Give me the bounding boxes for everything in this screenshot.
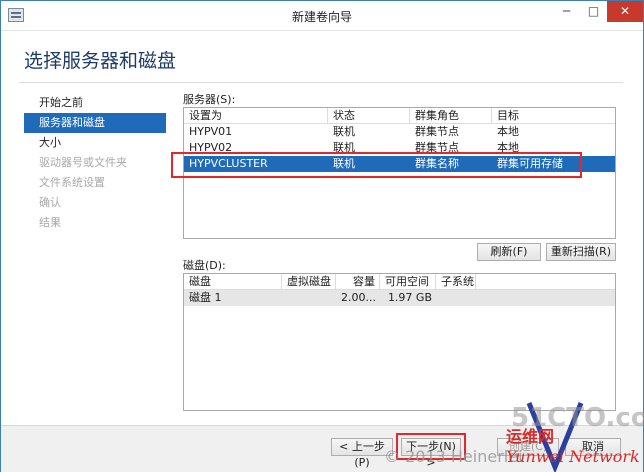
- nav-step-size[interactable]: 大小: [24, 133, 166, 153]
- column-header-cluster-role[interactable]: 群集角色: [410, 108, 492, 124]
- heading-divider: [19, 82, 623, 83]
- disks-label: 磁盘(D):: [183, 259, 226, 272]
- disk-subsystem: [436, 290, 476, 306]
- page-title: 选择服务器和磁盘: [24, 50, 177, 72]
- column-header-disk[interactable]: 磁盘: [184, 274, 282, 290]
- back-button[interactable]: < 上一步(P): [331, 438, 393, 469]
- annotation-highlight-server: [171, 152, 582, 178]
- disk-capacity: 2.00...: [341, 291, 376, 304]
- minimize-button[interactable]: ─: [553, 1, 580, 22]
- nav-step-results: 结果: [39, 216, 61, 229]
- nav-step-file-system: 文件系统设置: [39, 176, 105, 189]
- column-header-free-space[interactable]: 可用空间: [380, 274, 436, 290]
- server-target: 本地: [497, 125, 519, 138]
- disk-free-space: 1.97 GB: [387, 291, 432, 304]
- maximize-button[interactable]: □: [580, 1, 607, 22]
- annotation-highlight-next: [396, 433, 466, 460]
- nav-step-confirmation: 确认: [39, 196, 61, 209]
- column-header-virtual-disk[interactable]: 虚拟磁盘: [282, 274, 336, 290]
- column-header-subsystem[interactable]: 子系统: [436, 274, 476, 290]
- nav-step-server-and-disk[interactable]: 服务器和磁盘: [24, 113, 166, 133]
- window-title: 新建卷向导: [291, 10, 352, 24]
- server-status: 联机: [333, 125, 355, 138]
- column-header-status[interactable]: 状态: [328, 108, 410, 124]
- disk-row[interactable]: 磁盘 1 2.00... 1.97 GB: [184, 290, 615, 306]
- new-volume-wizard-window: 新建卷向导 ─ □ ✕ 选择服务器和磁盘 开始之前 服务器和磁盘 大小 驱动器号…: [0, 0, 644, 472]
- nav-step-drive-letter: 驱动器号或文件夹: [39, 156, 127, 169]
- disk-virtual: [282, 290, 336, 306]
- refresh-button[interactable]: 刷新(F): [477, 243, 541, 261]
- column-header-provision-to[interactable]: 设置为: [184, 108, 328, 124]
- watermark-logo-icon: [526, 402, 584, 472]
- disk-list-header: 磁盘 虚拟磁盘 容量 可用空间 子系统: [184, 274, 615, 290]
- wizard-step-nav: 开始之前 服务器和磁盘 大小 驱动器号或文件夹 文件系统设置 确认 结果: [24, 93, 166, 233]
- server-name: HYPV01: [189, 125, 233, 138]
- disk-name: 磁盘 1: [189, 291, 222, 304]
- servers-label: 服务器(S):: [183, 93, 236, 106]
- nav-step-before-you-begin[interactable]: 开始之前: [24, 93, 166, 113]
- server-list-header: 设置为 状态 群集角色 目标: [184, 108, 615, 124]
- title-bar[interactable]: 新建卷向导 ─ □ ✕: [1, 1, 643, 31]
- disk-list[interactable]: 磁盘 虚拟磁盘 容量 可用空间 子系统 磁盘 1 2.00... 1.97 GB: [183, 273, 616, 411]
- close-button[interactable]: ✕: [607, 1, 643, 22]
- server-role: 群集节点: [415, 125, 459, 138]
- rescan-button[interactable]: 重新扫描(R): [546, 243, 616, 261]
- column-header-target[interactable]: 目标: [492, 108, 615, 124]
- server-row[interactable]: HYPV01 联机 群集节点 本地: [184, 124, 615, 140]
- column-header-capacity[interactable]: 容量: [336, 274, 380, 290]
